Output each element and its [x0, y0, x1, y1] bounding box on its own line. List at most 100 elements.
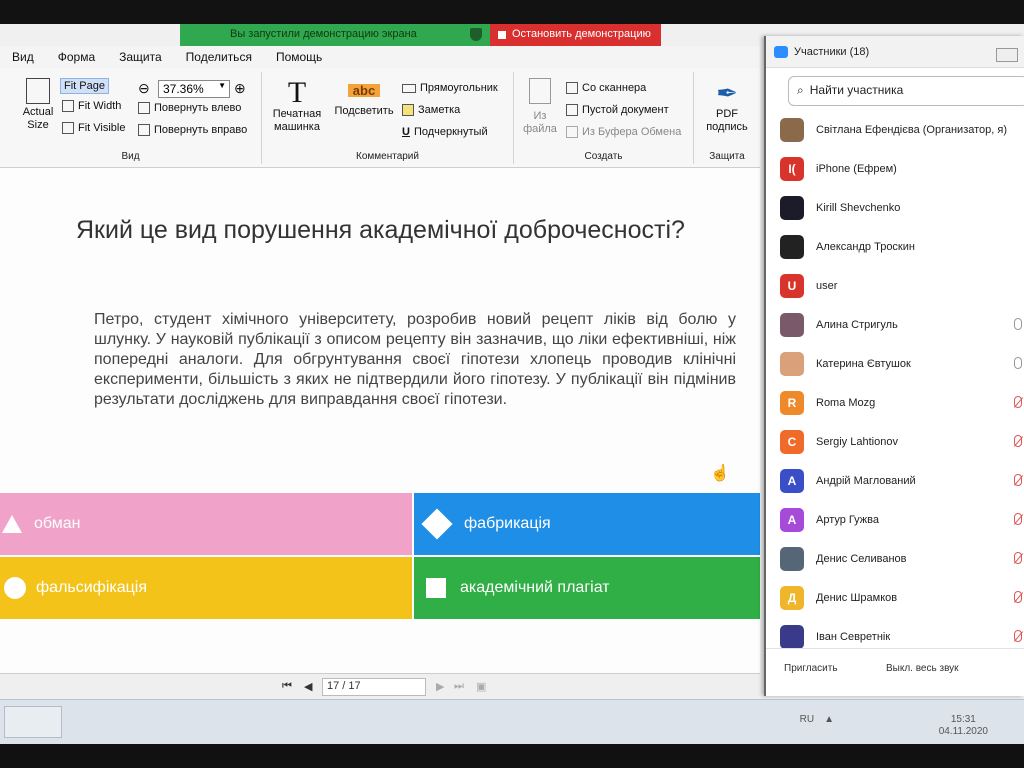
avatar: A — [780, 468, 804, 493]
system-tray: RU ▲ — [800, 714, 834, 725]
mic-muted-icon[interactable] — [1014, 435, 1022, 447]
from-file-button[interactable]: Из файла — [518, 78, 562, 136]
answer-4[interactable]: академічний плагіат — [414, 557, 760, 619]
menu-view[interactable]: Вид — [0, 50, 46, 64]
actual-size-button[interactable]: Actual Size — [18, 78, 58, 132]
typewriter-label: Печатная машинка — [272, 108, 322, 133]
zoom-select[interactable]: 37.36% ▼ — [158, 80, 230, 98]
menu-form[interactable]: Форма — [46, 50, 107, 64]
underline-icon: U — [402, 126, 410, 138]
language-indicator[interactable]: RU — [800, 714, 814, 725]
menu-protect[interactable]: Защита — [107, 50, 174, 64]
from-clipboard-button[interactable]: Из Буфера Обмена — [566, 126, 681, 138]
diamond-icon — [421, 508, 453, 540]
rotate-right-label: Повернуть вправо — [154, 124, 248, 136]
zoom-out-icon[interactable]: ⊖ — [138, 80, 150, 97]
note-button[interactable]: Заметка — [402, 104, 460, 116]
mic-muted-icon[interactable] — [1014, 513, 1022, 525]
underline-button[interactable]: U Подчеркнутый — [402, 126, 488, 138]
monitor-bezel-bottom — [0, 744, 1024, 768]
participant-name: Sergiy Lahtionov — [816, 435, 898, 448]
participant-row[interactable]: Uuser — [766, 266, 1024, 305]
tray-arrow-icon[interactable]: ▲ — [824, 714, 834, 725]
participant-name: iPhone (Ефрем) — [816, 162, 897, 175]
mic-muted-icon[interactable] — [1014, 630, 1022, 642]
minimize-button[interactable] — [996, 48, 1018, 62]
fit-visible-button[interactable]: Fit Visible — [62, 122, 125, 134]
participant-row[interactable]: Kirill Shevchenko — [766, 188, 1024, 227]
shield-icon[interactable] — [470, 28, 482, 41]
page-layout-icon[interactable]: ▣ — [476, 680, 486, 693]
mute-all-button[interactable]: Выкл. весь звук — [886, 663, 959, 674]
taskbar-app-button[interactable] — [4, 706, 62, 738]
fit-width-button[interactable]: Fit Width — [62, 100, 121, 112]
first-page-icon[interactable]: ⏮ — [282, 680, 292, 693]
participant-name: Алина Стригуль — [816, 318, 898, 331]
avatar: R — [780, 390, 804, 415]
participant-row[interactable]: Денис Селиванов — [766, 539, 1024, 578]
screen-share-banner: Вы запустили демонстрацию экрана Останов… — [180, 24, 661, 46]
clock[interactable]: 15:31 04.11.2020 — [939, 714, 988, 738]
fit-width-icon — [62, 100, 74, 112]
participant-row[interactable]: Александр Троскин — [766, 227, 1024, 266]
participant-row[interactable]: R Roma Mozg — [766, 383, 1024, 422]
invite-button[interactable]: Пригласить — [784, 663, 838, 674]
zoom-logo-icon — [774, 45, 788, 58]
participant-row[interactable]: C Sergiy Lahtionov — [766, 422, 1024, 461]
mic-icon[interactable] — [1014, 357, 1022, 369]
avatar — [780, 351, 804, 376]
group-protect-label: Защита — [709, 151, 745, 162]
page-number-input[interactable]: 17 / 17 — [322, 678, 426, 696]
answer-2[interactable]: фабрикація — [414, 493, 760, 555]
fit-visible-icon — [62, 122, 74, 134]
page-icon — [26, 78, 50, 104]
page-navigation-bar: ⏮ ◀ 17 / 17 ▶ ⏭ ▣ — [0, 673, 760, 699]
stop-share-button[interactable]: Остановить демонстрацию — [490, 24, 661, 46]
participant-name: Іван Севретнік — [816, 630, 891, 643]
fit-page-button[interactable]: Fit Page — [60, 78, 109, 94]
rectangle-button[interactable]: Прямоугольник — [402, 82, 498, 94]
blank-doc-label: Пустой документ — [582, 104, 669, 116]
participant-row[interactable]: Світлана Ефендієва (Организатор, я) — [766, 110, 1024, 149]
rotate-left-button[interactable]: Повернуть влево — [138, 102, 241, 114]
share-status: Вы запустили демонстрацию экрана — [180, 24, 490, 46]
prev-page-icon[interactable]: ◀ — [304, 680, 312, 693]
last-page-icon[interactable]: ⏭ — [454, 680, 464, 693]
menu-help[interactable]: Помощь — [264, 50, 334, 64]
zoom-in-icon[interactable]: ⊕ — [234, 80, 246, 97]
pdf-sign-button[interactable]: ✒ PDF подпись — [698, 78, 756, 134]
fit-page-label: Fit Page — [64, 80, 105, 92]
participant-row[interactable]: A Артур Гужва — [766, 500, 1024, 539]
participants-panel: Участники (18) ⌕ Найти участника Світлан… — [764, 36, 1024, 696]
menu-share[interactable]: Поделиться — [174, 50, 264, 64]
monitor-bezel-top — [0, 0, 1024, 24]
next-page-icon[interactable]: ▶ — [436, 680, 444, 693]
participant-row[interactable]: Алина Стригуль — [766, 305, 1024, 344]
participants-footer: Пригласить Выкл. весь звук — [766, 648, 1024, 696]
rotate-right-button[interactable]: Повернуть вправо — [138, 124, 247, 136]
participant-name: Александр Троскин — [816, 240, 915, 253]
participant-row[interactable]: I(iPhone (Ефрем) — [766, 149, 1024, 188]
clock-date: 04.11.2020 — [938, 726, 988, 737]
participant-search-input[interactable]: ⌕ Найти участника — [788, 76, 1024, 106]
mic-muted-icon[interactable] — [1014, 552, 1022, 564]
mic-icon[interactable] — [1014, 318, 1022, 330]
answer-3[interactable]: фальсифікація — [0, 557, 412, 619]
group-create-label: Создать — [584, 151, 623, 162]
participant-row[interactable]: A Андрій Маглований — [766, 461, 1024, 500]
avatar — [780, 195, 804, 220]
blank-doc-button[interactable]: Пустой документ — [566, 104, 669, 116]
group-protect: ✒ PDF подпись Защита — [694, 72, 760, 164]
participant-name: Катерина Євтушок — [816, 357, 911, 370]
mic-muted-icon[interactable] — [1014, 591, 1022, 603]
answer-1[interactable]: обман — [0, 493, 412, 555]
highlight-icon: abc — [348, 84, 380, 97]
participant-row[interactable]: Катерина Євтушок — [766, 344, 1024, 383]
mic-muted-icon[interactable] — [1014, 396, 1022, 408]
highlight-button[interactable]: abc Подсветить — [328, 78, 400, 118]
mic-muted-icon[interactable] — [1014, 474, 1022, 486]
fit-width-label: Fit Width — [78, 100, 122, 112]
participant-row[interactable]: Д Денис Шрамков — [766, 578, 1024, 617]
typewriter-button[interactable]: T Печатная машинка — [268, 78, 326, 134]
from-scanner-button[interactable]: Со сканнера — [566, 82, 646, 94]
